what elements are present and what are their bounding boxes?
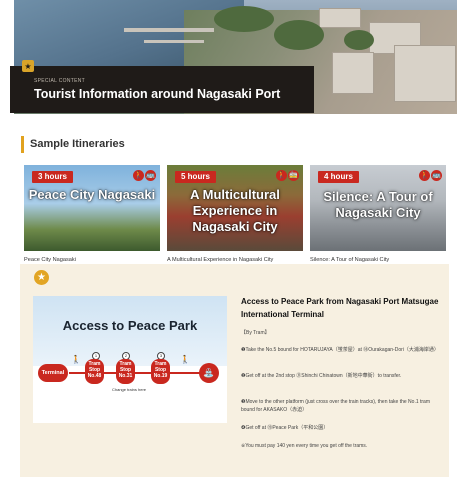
pier <box>124 28 214 32</box>
access-mode: 【By Tram】 <box>241 330 270 336</box>
card-title: A Multicultural Experience in Nagasaki C… <box>190 187 280 234</box>
section-accent-bar <box>21 136 24 153</box>
transport-icons: 🚶 🚋 <box>275 169 299 181</box>
building <box>394 45 456 102</box>
duration-badge: 4 hours <box>318 171 359 183</box>
hero-label: ★ SPECIAL CONTENT Tourist Information ar… <box>10 60 314 113</box>
itinerary-card-peace-city[interactable]: 3 hours 🚶 🚌 Peace City Nagasaki <box>24 165 160 251</box>
access-step: ❶Take the No.5 bound for HOTARUJAYA（蛍茶屋）… <box>241 347 439 353</box>
tram-stop-number: No.31 <box>118 373 133 379</box>
card-title: Silence: A Tour of Nagasaki City <box>323 189 433 220</box>
transport-icons: 🚶 🚌 <box>132 169 156 181</box>
itinerary-card-silence[interactable]: 4 hours 🚶 🚌 Silence: A Tour of Nagasaki C… <box>310 165 446 251</box>
walk-icon: 🚶 <box>180 355 190 364</box>
access-step: ❷Get off at the 2nd stop ㉛Shinchi Chinat… <box>241 373 402 379</box>
access-note: ※You must pay 140 yen every time you get… <box>241 443 368 449</box>
star-icon: ★ <box>34 270 49 285</box>
tram-icon: 🚋 <box>288 170 299 181</box>
building <box>319 8 361 28</box>
card-caption[interactable]: Peace City Nagasaki <box>24 257 76 263</box>
building <box>332 52 374 94</box>
access-title: Access to Peace Park from Nagasaki Port … <box>241 297 439 319</box>
transport-icons: 🚶 🚌 <box>418 169 442 181</box>
pier <box>144 40 204 43</box>
walk-icon: 🚶 <box>276 170 287 181</box>
bus-icon: 🚌 <box>145 170 156 181</box>
tree <box>274 20 324 50</box>
walk-icon: 🚶 <box>71 355 81 364</box>
bus-icon: 🚌 <box>431 170 442 181</box>
tram-stop-marker: Tram Stop No.19 <box>151 359 170 384</box>
tram-stop-label: Tram Stop <box>88 361 101 373</box>
tram-stop-number: No.19 <box>153 373 168 379</box>
duration-badge: 3 hours <box>32 171 73 183</box>
card-caption[interactable]: Silence: A Tour of Nagasaki City <box>310 257 389 263</box>
access-map: Access to Peace Park Terminal 🚶 1 Tram S… <box>33 296 227 423</box>
tram-stop-label: Tram Stop <box>154 361 167 373</box>
change-note: Change trains here <box>111 387 147 392</box>
tram-stop-number: No.48 <box>87 373 102 379</box>
section-title: Sample Itineraries <box>30 138 125 150</box>
page-title: Tourist Information around Nagasaki Port <box>34 87 281 101</box>
duration-badge: 5 hours <box>175 171 216 183</box>
terminal-marker: Terminal <box>38 364 68 382</box>
access-step: ❸Move to the other platform (just cross … <box>241 399 431 413</box>
tram-stop-marker: Tram Stop No.48 <box>85 359 104 384</box>
walk-icon: 🚶 <box>133 170 144 181</box>
star-icon: ★ <box>22 60 34 72</box>
walk-icon: 🚶 <box>419 170 430 181</box>
card-caption[interactable]: A Multicultural Experience in Nagasaki C… <box>167 257 273 263</box>
card-title: Peace City Nagasaki <box>28 187 156 202</box>
map-title: Access to Peace Park <box>62 318 198 333</box>
peace-park-icon: ⛲ <box>199 363 219 383</box>
access-step: ❹Get off at ⑲Peace Park（平和公園） <box>241 425 329 431</box>
tram-stop-marker: Tram Stop No.31 <box>116 359 135 384</box>
itinerary-card-multicultural[interactable]: 5 hours 🚶 🚋 A Multicultural Experience in… <box>167 165 303 251</box>
hero-kicker: SPECIAL CONTENT <box>34 78 85 84</box>
tree <box>214 6 274 32</box>
tram-stop-label: Tram Stop <box>119 361 132 373</box>
tree <box>344 30 374 50</box>
